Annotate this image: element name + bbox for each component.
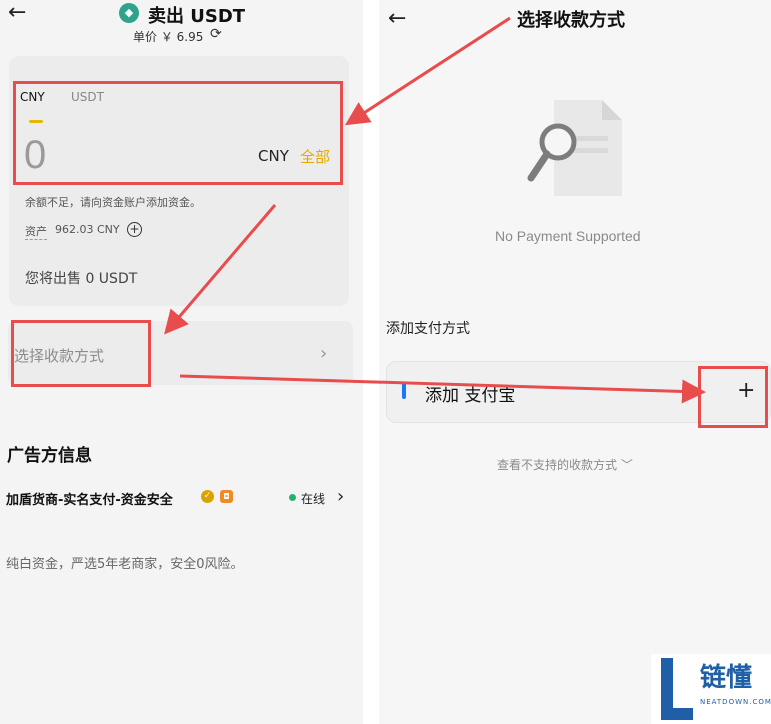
- watermark-sub: NEATDOWN.COM: [700, 698, 771, 706]
- annotation-arrows: [164, 16, 706, 404]
- arrow-payment-to-plus: [179, 374, 706, 404]
- arrow-amount-to-payment: [164, 204, 277, 335]
- logo-l-icon: [661, 658, 693, 720]
- watermark-text: 链懂: [700, 663, 753, 693]
- arrow-title-to-amount: [344, 16, 511, 126]
